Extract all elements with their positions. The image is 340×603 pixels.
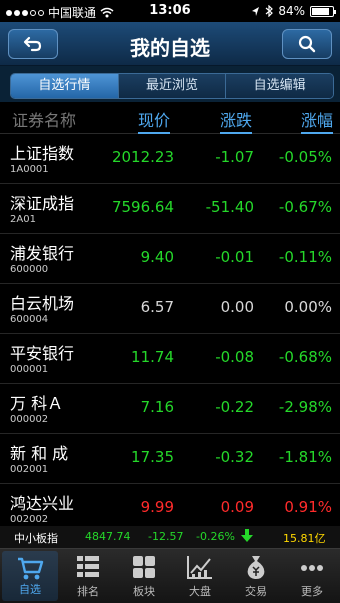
more-icon (301, 565, 323, 571)
status-bar: 中国联通 13:06 84% (0, 0, 340, 22)
stock-percent: 0.91% (284, 498, 332, 516)
column-header-change[interactable]: 涨跌 (220, 107, 253, 134)
stock-code: 002001 (10, 464, 49, 475)
ticker-change: -12.57 (148, 530, 184, 543)
stock-name: 新 和 成 (10, 444, 69, 463)
stock-row[interactable]: 上证指数 1A0001 2012.23 -1.07 -0.05% (0, 134, 340, 184)
stock-name: 鸿达兴业 (10, 494, 75, 513)
stock-percent: -1.81% (278, 448, 332, 466)
ranking-icon (77, 556, 99, 577)
column-header-price[interactable]: 现价 (138, 107, 171, 134)
stock-code: 002002 (10, 514, 49, 525)
location-icon (252, 6, 260, 16)
ticker-amount: 15.81亿 (283, 532, 326, 545)
status-right: 84% (251, 4, 336, 18)
tab-recent-views[interactable]: 最近浏览 (118, 74, 227, 98)
stock-change: 0.00 (220, 298, 254, 316)
stock-price: 9.40 (140, 248, 174, 266)
segmented-control: 自选行情 最近浏览 自选编辑 (10, 73, 334, 99)
stock-percent: -0.67% (278, 198, 332, 216)
index-ticker[interactable]: 中小板指 4847.74 -12.57 -0.26% 15.81亿 (0, 526, 340, 548)
ticker-value: 4847.74 (85, 530, 131, 543)
stock-percent: -0.68% (278, 348, 332, 366)
stock-code: 600000 (10, 264, 49, 275)
down-arrow-icon (241, 529, 253, 546)
tab-sectors[interactable]: 板块 (116, 549, 172, 603)
tab-label: 交易 (245, 585, 267, 598)
money-bag-icon (247, 556, 265, 579)
tab-trade[interactable]: 交易 (228, 549, 284, 603)
tab-label: 自选 (19, 583, 41, 596)
stock-change: -0.32 (215, 448, 254, 466)
tab-label: 大盘 (189, 585, 211, 598)
stock-row[interactable]: 平安银行 000001 11.74 -0.08 -0.68% (0, 334, 340, 384)
stock-row[interactable]: 白云机场 600004 6.57 0.00 0.00% (0, 284, 340, 334)
tab-more[interactable]: 更多 (284, 549, 340, 603)
tab-label: 排名 (77, 585, 99, 598)
stock-row[interactable]: 浦发银行 600000 9.40 -0.01 -0.11% (0, 234, 340, 284)
stock-code: 000002 (10, 414, 49, 425)
nav-bar: 我的自选 (0, 22, 340, 66)
stock-percent: 0.00% (284, 298, 332, 316)
stock-change: 0.09 (220, 498, 254, 516)
stock-code: 600004 (10, 314, 49, 325)
column-header-percent[interactable]: 涨幅 (301, 107, 334, 134)
ticker-name: 中小板指 (14, 532, 58, 545)
stock-change: -0.08 (215, 348, 254, 366)
chart-icon (187, 556, 212, 579)
stock-list: 上证指数 1A0001 2012.23 -1.07 -0.05% 深证成指 2A… (0, 134, 340, 534)
search-button[interactable] (282, 29, 332, 59)
battery-icon (310, 5, 336, 17)
stock-code: 1A0001 (10, 164, 49, 175)
column-header-row: 证券名称 现价 涨跌 涨幅 (0, 102, 340, 134)
stock-change: -0.22 (215, 398, 254, 416)
stock-name: 浦发银行 (10, 244, 75, 263)
stock-price: 2012.23 (111, 148, 174, 166)
stock-name: 上证指数 (10, 144, 75, 163)
stock-name: 万 科Ａ (10, 394, 64, 413)
cart-icon (18, 557, 44, 580)
stock-change: -1.07 (215, 148, 254, 166)
segment-bar: 自选行情 最近浏览 自选编辑 (0, 66, 340, 102)
stock-change: -0.01 (215, 248, 254, 266)
column-header-name: 证券名称 (12, 111, 77, 130)
bluetooth-icon (265, 5, 274, 17)
ticker-percent: -0.26% (196, 530, 235, 543)
tab-edit-watchlist[interactable]: 自选编辑 (226, 74, 333, 98)
tab-label: 更多 (301, 585, 323, 598)
stock-percent: -0.05% (278, 148, 332, 166)
stock-price: 7596.64 (111, 198, 174, 216)
stock-code: 2A01 (10, 214, 36, 225)
tab-market[interactable]: 大盘 (172, 549, 228, 603)
stock-row[interactable]: 万 科Ａ 000002 7.16 -0.22 -2.98% (0, 384, 340, 434)
stock-name: 白云机场 (10, 294, 75, 313)
stock-name: 深证成指 (10, 194, 75, 213)
tab-watchlist-quotes[interactable]: 自选行情 (11, 74, 119, 98)
stock-price: 7.16 (140, 398, 174, 416)
stock-row[interactable]: 深证成指 2A01 7596.64 -51.40 -0.67% (0, 184, 340, 234)
stock-change: -51.40 (205, 198, 254, 216)
stock-price: 17.35 (131, 448, 174, 466)
stock-code: 000001 (10, 364, 49, 375)
search-icon (298, 35, 316, 53)
bottom-tab-bar: 自选 排名 板块 大盘 交易 更多 (0, 548, 340, 603)
tab-label: 板块 (133, 585, 155, 598)
grid-icon (133, 556, 155, 578)
stock-price: 6.57 (140, 298, 174, 316)
stock-percent: -2.98% (278, 398, 332, 416)
stock-row[interactable]: 新 和 成 002001 17.35 -0.32 -1.81% (0, 434, 340, 484)
stock-percent: -0.11% (278, 248, 332, 266)
battery-percent: 84% (278, 4, 305, 18)
stock-name: 平安银行 (10, 344, 75, 363)
tab-watchlist[interactable]: 自选 (2, 551, 58, 601)
tab-ranking[interactable]: 排名 (60, 549, 116, 603)
stock-price: 11.74 (131, 348, 174, 366)
stock-price: 9.99 (140, 498, 174, 516)
